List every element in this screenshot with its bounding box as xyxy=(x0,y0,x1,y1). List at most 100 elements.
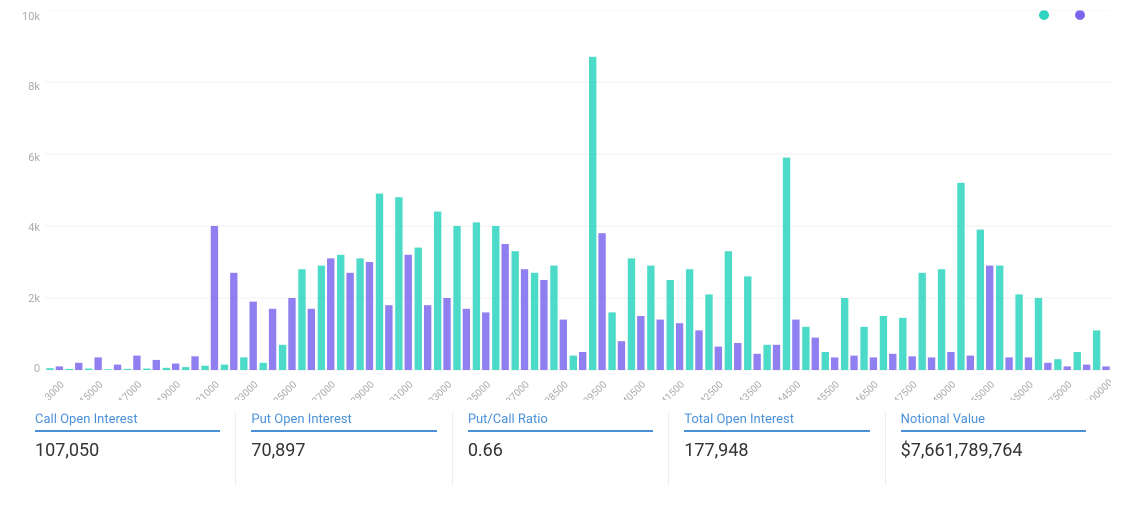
bar-put xyxy=(211,226,218,370)
bar-put xyxy=(967,356,974,370)
bar-call xyxy=(763,345,770,370)
stat-item-0: Call Open Interest 107,050 xyxy=(20,412,236,485)
bar-put xyxy=(288,298,295,370)
bar-call xyxy=(376,194,383,370)
bar-put xyxy=(695,330,702,370)
bar-call xyxy=(957,183,964,370)
bar-call xyxy=(977,230,984,370)
bar-call xyxy=(783,158,790,370)
x-label: 29000 xyxy=(349,379,377,400)
x-label: 55000 xyxy=(969,379,997,400)
x-label: 23000 xyxy=(233,379,261,400)
x-label: 43500 xyxy=(737,379,765,400)
bar-call xyxy=(1035,298,1042,370)
stat-value: 107,050 xyxy=(35,440,220,461)
y-label: 4k xyxy=(10,221,45,234)
bar-put xyxy=(114,365,121,370)
bar-call xyxy=(531,273,538,370)
bar-call xyxy=(453,226,460,370)
x-label: 41500 xyxy=(659,379,687,400)
bars-svg: 1300015000170001900021000230002500027000… xyxy=(45,10,1111,400)
bar-call xyxy=(337,255,344,370)
bar-call xyxy=(705,294,712,370)
bar-call xyxy=(550,266,557,370)
bar-call xyxy=(880,316,887,370)
x-label: 38500 xyxy=(543,379,571,400)
bar-put xyxy=(812,338,819,370)
bar-call xyxy=(938,269,945,370)
stat-label: Notional Value xyxy=(901,412,1086,432)
x-label: 21000 xyxy=(194,379,222,400)
bar-put xyxy=(1083,365,1090,370)
stat-value: 70,897 xyxy=(251,440,436,461)
bar-put xyxy=(443,298,450,370)
bar-put xyxy=(831,357,838,370)
bar-put xyxy=(928,357,935,370)
bar-put xyxy=(753,354,760,370)
bar-call xyxy=(318,266,325,370)
bar-put xyxy=(1102,366,1109,370)
y-label: 0 xyxy=(10,362,45,375)
chart-container: 02k4k6k8k10k 130001500017000190002100023… xyxy=(0,0,1121,505)
x-label: 44500 xyxy=(776,379,804,400)
bar-put xyxy=(366,262,373,370)
y-label: 8k xyxy=(10,80,45,93)
bar-call xyxy=(85,369,92,370)
bar-put xyxy=(560,320,567,370)
bar-put xyxy=(792,320,799,370)
bar-put xyxy=(773,345,780,370)
bar-put xyxy=(521,269,528,370)
bar-call xyxy=(473,222,480,370)
bar-put xyxy=(986,266,993,370)
x-label: 37000 xyxy=(504,379,532,400)
bar-call xyxy=(860,327,867,370)
bar-put xyxy=(424,305,431,370)
bar-put xyxy=(947,352,954,370)
bar-put xyxy=(191,356,198,370)
x-label: 13000 xyxy=(45,379,67,400)
bar-call xyxy=(66,369,73,370)
x-label: 31000 xyxy=(388,379,416,400)
bar-call xyxy=(1015,294,1022,370)
bar-put xyxy=(850,356,857,370)
bar-put xyxy=(463,309,470,370)
x-label: 100000 xyxy=(1084,377,1111,400)
bar-put xyxy=(540,280,547,370)
bar-put xyxy=(870,357,877,370)
bar-put xyxy=(172,364,179,370)
bar-put xyxy=(94,357,101,370)
bar-put xyxy=(734,343,741,370)
bar-call xyxy=(802,327,809,370)
bar-put xyxy=(889,354,896,370)
stat-value: $7,661,789,764 xyxy=(901,440,1086,461)
stat-label: Put/Call Ratio xyxy=(468,412,653,432)
bar-call xyxy=(143,369,150,370)
x-label: 75000 xyxy=(1047,379,1075,400)
x-label: 25000 xyxy=(272,379,300,400)
bar-put xyxy=(482,312,489,370)
bar-call xyxy=(434,212,441,370)
bar-call xyxy=(589,57,596,370)
bar-call xyxy=(298,269,305,370)
bar-put xyxy=(75,363,82,370)
bar-put xyxy=(230,273,237,370)
y-label: 10k xyxy=(10,10,45,23)
bar-call xyxy=(686,269,693,370)
x-label: 49000 xyxy=(931,379,959,400)
bars-container: 1300015000170001900021000230002500027000… xyxy=(45,10,1111,400)
bar-call xyxy=(124,369,131,370)
y-axis: 02k4k6k8k10k xyxy=(10,10,45,375)
bar-put xyxy=(308,309,315,370)
bar-put xyxy=(676,323,683,370)
x-label: 33000 xyxy=(427,379,455,400)
bar-call xyxy=(182,367,189,370)
bar-put xyxy=(327,258,334,370)
y-label: 2k xyxy=(10,292,45,305)
bar-call xyxy=(240,357,247,370)
stat-item-2: Put/Call Ratio 0.66 xyxy=(453,412,669,485)
chart-area: 02k4k6k8k10k 130001500017000190002100023… xyxy=(10,10,1111,400)
bar-put xyxy=(1025,357,1032,370)
x-label: 65000 xyxy=(1008,379,1036,400)
bar-put xyxy=(501,244,508,370)
bar-put xyxy=(56,366,63,370)
